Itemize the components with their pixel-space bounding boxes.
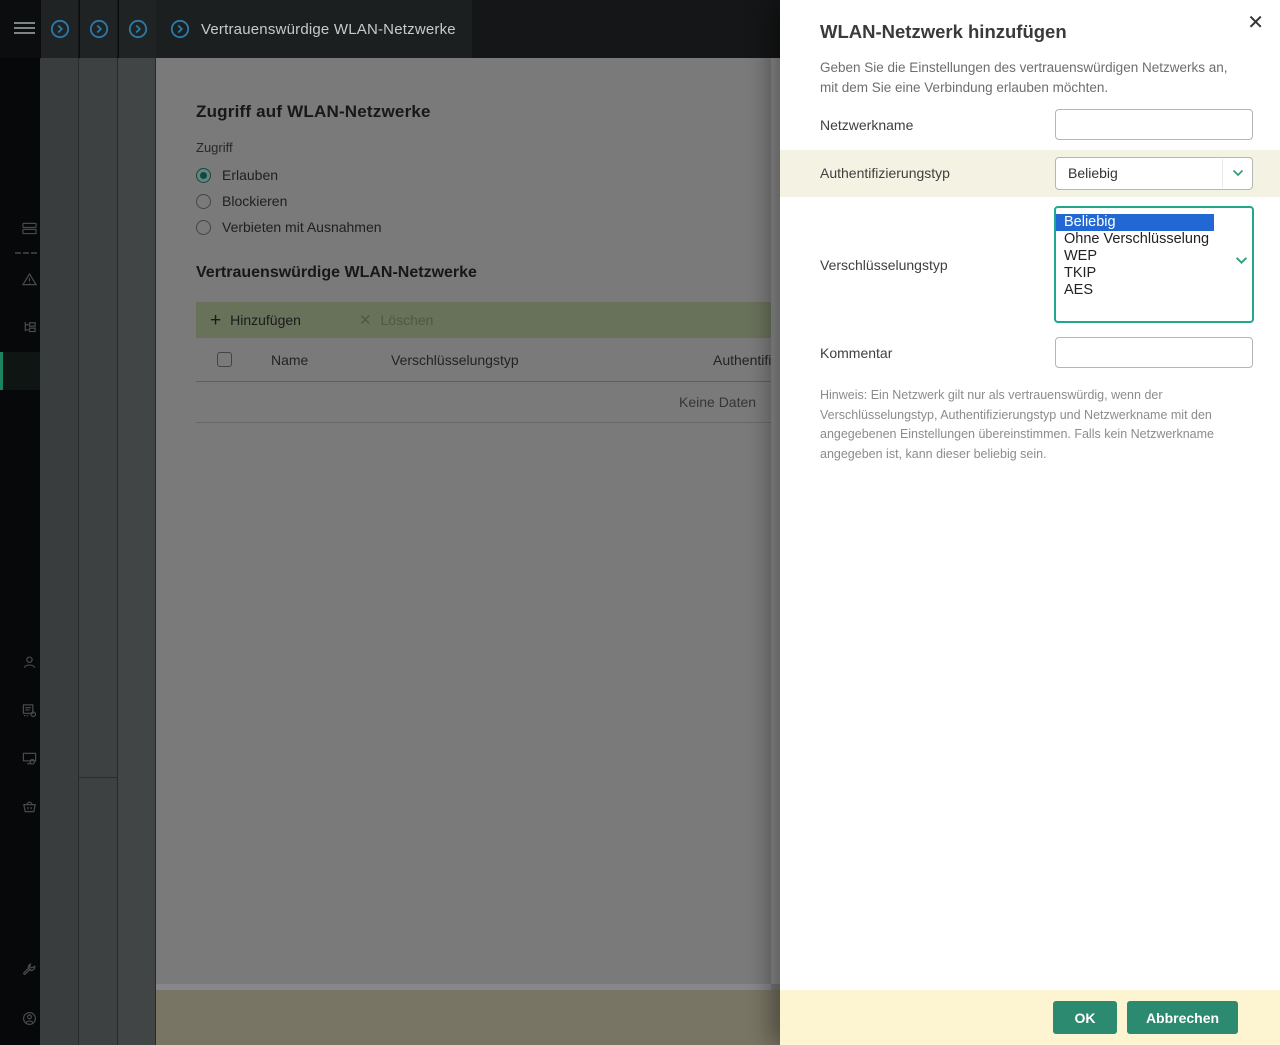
drawer-divider <box>79 777 117 778</box>
chevron-down-icon[interactable] <box>1235 256 1248 265</box>
option-tkip[interactable]: TKIP <box>1056 265 1252 282</box>
tab-active-trusted-wlan[interactable]: Vertrauenswürdige WLAN-Netzwerke <box>156 0 472 58</box>
devices-icon[interactable] <box>22 221 37 236</box>
step-circle-icon <box>128 19 148 39</box>
dialog-title: WLAN-Netzwerk hinzufügen <box>820 21 1067 43</box>
close-icon[interactable]: ✕ <box>1247 13 1264 33</box>
dialog-description: Geben Sie die Einstellungen des vertraue… <box>820 58 1232 98</box>
remote-install-icon[interactable] <box>22 751 37 766</box>
hint-text: Hinweis: Ein Netzwerk gilt nur als vertr… <box>820 386 1222 464</box>
option-wep[interactable]: WEP <box>1056 248 1252 265</box>
hamburger-icon <box>14 22 35 24</box>
top-bar: Vertrauenswürdige WLAN-Netzwerke <box>0 0 780 58</box>
hierarchy-icon[interactable] <box>22 320 37 335</box>
vertical-scrollbar[interactable] <box>771 58 780 984</box>
encryption-type-listbox[interactable]: Beliebig Ohne Verschlüsselung WEP TKIP A… <box>1054 206 1254 323</box>
page-title: Vertrauenswürdige WLAN-Netzwerke <box>201 21 456 38</box>
option-beliebig[interactable]: Beliebig <box>1056 214 1214 231</box>
step-circle-icon <box>170 19 190 39</box>
modal-dim-overlay <box>156 58 780 1045</box>
network-name-input[interactable] <box>1055 109 1253 140</box>
step-circle-icon <box>89 19 109 39</box>
cancel-button[interactable]: Abbrechen <box>1127 1001 1238 1034</box>
nav-drawer-column-3[interactable] <box>118 58 156 1045</box>
left-nav-rail <box>0 58 40 1045</box>
tab-level-1[interactable] <box>40 0 78 58</box>
network-name-label: Netzwerkname <box>820 117 913 133</box>
comment-label: Kommentar <box>820 345 892 361</box>
auth-type-label: Authentifizierungstyp <box>820 165 950 181</box>
tab-level-3[interactable] <box>118 0 156 58</box>
rail-divider <box>15 252 37 254</box>
add-wlan-network-panel: WLAN-Netzwerk hinzufügen ✕ Geben Sie die… <box>780 0 1280 1045</box>
dialog-footer: OK Abbrechen <box>780 990 1280 1045</box>
nav-drawer-column-1[interactable] <box>40 58 79 1045</box>
comment-input[interactable] <box>1055 337 1253 368</box>
encryption-type-label: Verschlüsselungstyp <box>820 257 948 273</box>
option-aes[interactable]: AES <box>1056 282 1252 299</box>
sidebar-item-selected[interactable] <box>0 352 40 390</box>
report-settings-icon[interactable] <box>22 703 37 718</box>
chevron-down-icon <box>1232 169 1244 177</box>
step-circle-icon <box>50 19 70 39</box>
horizontal-scrollbar[interactable] <box>156 984 771 990</box>
ok-button[interactable]: OK <box>1053 1001 1117 1034</box>
user-icon[interactable] <box>22 655 37 670</box>
auth-type-select[interactable]: Beliebig <box>1055 157 1253 190</box>
tab-level-2[interactable] <box>79 0 117 58</box>
option-ohne-verschluesselung[interactable]: Ohne Verschlüsselung <box>1056 231 1252 248</box>
hamburger-menu-button[interactable] <box>0 0 40 58</box>
warning-icon[interactable] <box>22 272 37 287</box>
auth-type-value: Beliebig <box>1068 158 1118 189</box>
wrench-icon[interactable] <box>22 962 37 977</box>
basket-icon[interactable] <box>22 799 37 814</box>
account-icon[interactable] <box>22 1011 37 1026</box>
nav-drawer-column-2[interactable] <box>79 58 118 1045</box>
